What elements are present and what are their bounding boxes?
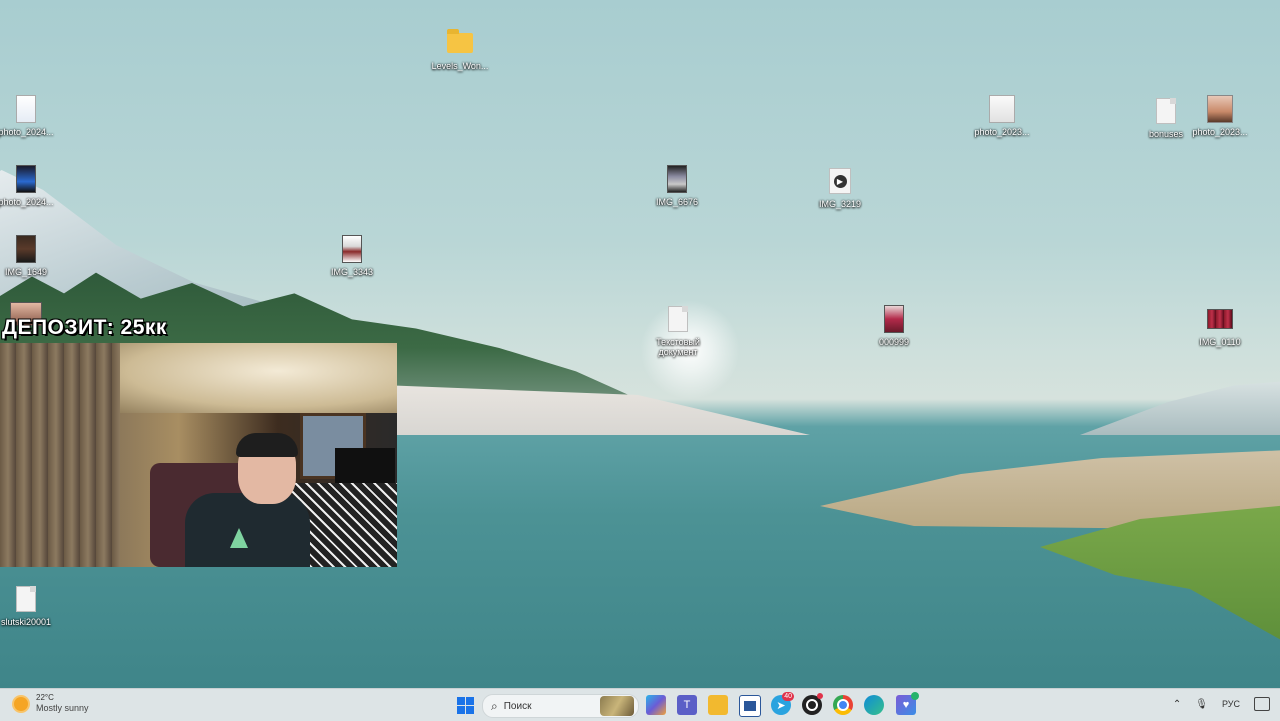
app-window-button[interactable] bbox=[739, 695, 761, 717]
desktop-icon-text-document[interactable]: Текстовый документ bbox=[638, 304, 718, 357]
chrome-button[interactable] bbox=[833, 695, 853, 715]
obs-icon bbox=[806, 699, 818, 711]
image-file-icon bbox=[989, 95, 1015, 123]
image-file-icon bbox=[16, 235, 36, 263]
search-highlight-image bbox=[600, 696, 634, 716]
desktop-wallpaper: Levels_Won... photo_2024... photo_2024..… bbox=[0, 0, 1280, 688]
desktop-icon-video[interactable]: IMG_0110 bbox=[1180, 304, 1260, 347]
copilot-button[interactable] bbox=[646, 695, 666, 715]
play-icon: ▶ bbox=[833, 174, 847, 188]
video-file-icon bbox=[1207, 309, 1233, 329]
webcam-feed bbox=[0, 343, 397, 567]
sun-icon bbox=[14, 696, 28, 711]
telegram-button[interactable]: ➤ 40 bbox=[771, 692, 794, 715]
heart-icon: ♥ bbox=[902, 699, 910, 711]
image-file-icon bbox=[342, 235, 362, 263]
search-icon: ⌕ bbox=[491, 698, 498, 713]
text-file-icon bbox=[1156, 98, 1176, 124]
system-tray: ⌃ 🎙 РУС bbox=[1173, 697, 1270, 711]
teams-icon: T bbox=[683, 699, 691, 711]
desktop-icon-folder[interactable]: Levels_Won... bbox=[420, 28, 500, 71]
windows-logo-icon bbox=[456, 696, 474, 714]
desktop-icon-photo[interactable]: photo_2024... bbox=[0, 164, 66, 207]
desktop-icon-photo[interactable]: IMG_3343 bbox=[312, 234, 392, 277]
display-icon[interactable] bbox=[1254, 697, 1270, 711]
file-explorer-button[interactable] bbox=[708, 695, 728, 715]
image-file-icon bbox=[16, 95, 36, 123]
deposit-overlay-text: ДЕПОЗИТ: 25кк bbox=[2, 316, 167, 339]
teams-button[interactable]: T bbox=[677, 695, 697, 715]
vpn-button[interactable]: ♥ bbox=[896, 692, 919, 715]
edge-button[interactable] bbox=[864, 695, 884, 715]
desktop-icon-photo[interactable]: photo_2024... bbox=[0, 94, 66, 137]
taskbar: 22°C Mostly sunny ⌕ Поиск T ➤ 40 ♥ ⌃ 🎙 Р… bbox=[0, 688, 1280, 721]
search-box[interactable]: ⌕ Поиск bbox=[482, 694, 639, 718]
weather-temperature: 22°C bbox=[36, 693, 54, 702]
desktop-icon-photo[interactable]: photo_2023... bbox=[1180, 94, 1260, 137]
search-placeholder: Поиск bbox=[503, 700, 532, 712]
microphone-icon[interactable]: 🎙 bbox=[1195, 699, 1208, 710]
desktop-icon-photo[interactable]: IMG_1649 bbox=[0, 234, 66, 277]
weather-widget[interactable]: 22°C Mostly sunny bbox=[14, 693, 89, 714]
image-file-icon bbox=[16, 165, 36, 193]
wallpaper-mountain-right bbox=[1080, 380, 1280, 435]
start-button[interactable] bbox=[455, 695, 475, 715]
desktop-icon-photo[interactable]: 000999 bbox=[854, 304, 934, 347]
folder-icon bbox=[447, 29, 473, 53]
window-icon bbox=[744, 701, 756, 711]
language-indicator[interactable]: РУС bbox=[1222, 699, 1240, 709]
chrome-icon bbox=[837, 699, 849, 711]
notification-badge: 40 bbox=[782, 692, 794, 701]
chevron-up-icon[interactable]: ⌃ bbox=[1173, 699, 1181, 710]
desktop-icon-text-document[interactable]: slutski20001 bbox=[0, 584, 66, 627]
obs-button[interactable] bbox=[802, 693, 823, 715]
image-file-icon bbox=[884, 305, 904, 333]
video-file-icon: ▶ bbox=[829, 168, 851, 194]
text-file-icon bbox=[16, 586, 36, 612]
image-file-icon bbox=[1207, 95, 1233, 123]
text-file-icon bbox=[668, 306, 688, 332]
weather-condition: Mostly sunny bbox=[36, 703, 89, 713]
desktop-icon-photo[interactable]: IMG_6676 bbox=[637, 164, 717, 207]
desktop-icon-photo[interactable]: photo_2023... bbox=[962, 94, 1042, 137]
image-file-icon bbox=[667, 165, 687, 193]
desktop-icon-video[interactable]: ▶ IMG_3219 bbox=[800, 166, 880, 209]
